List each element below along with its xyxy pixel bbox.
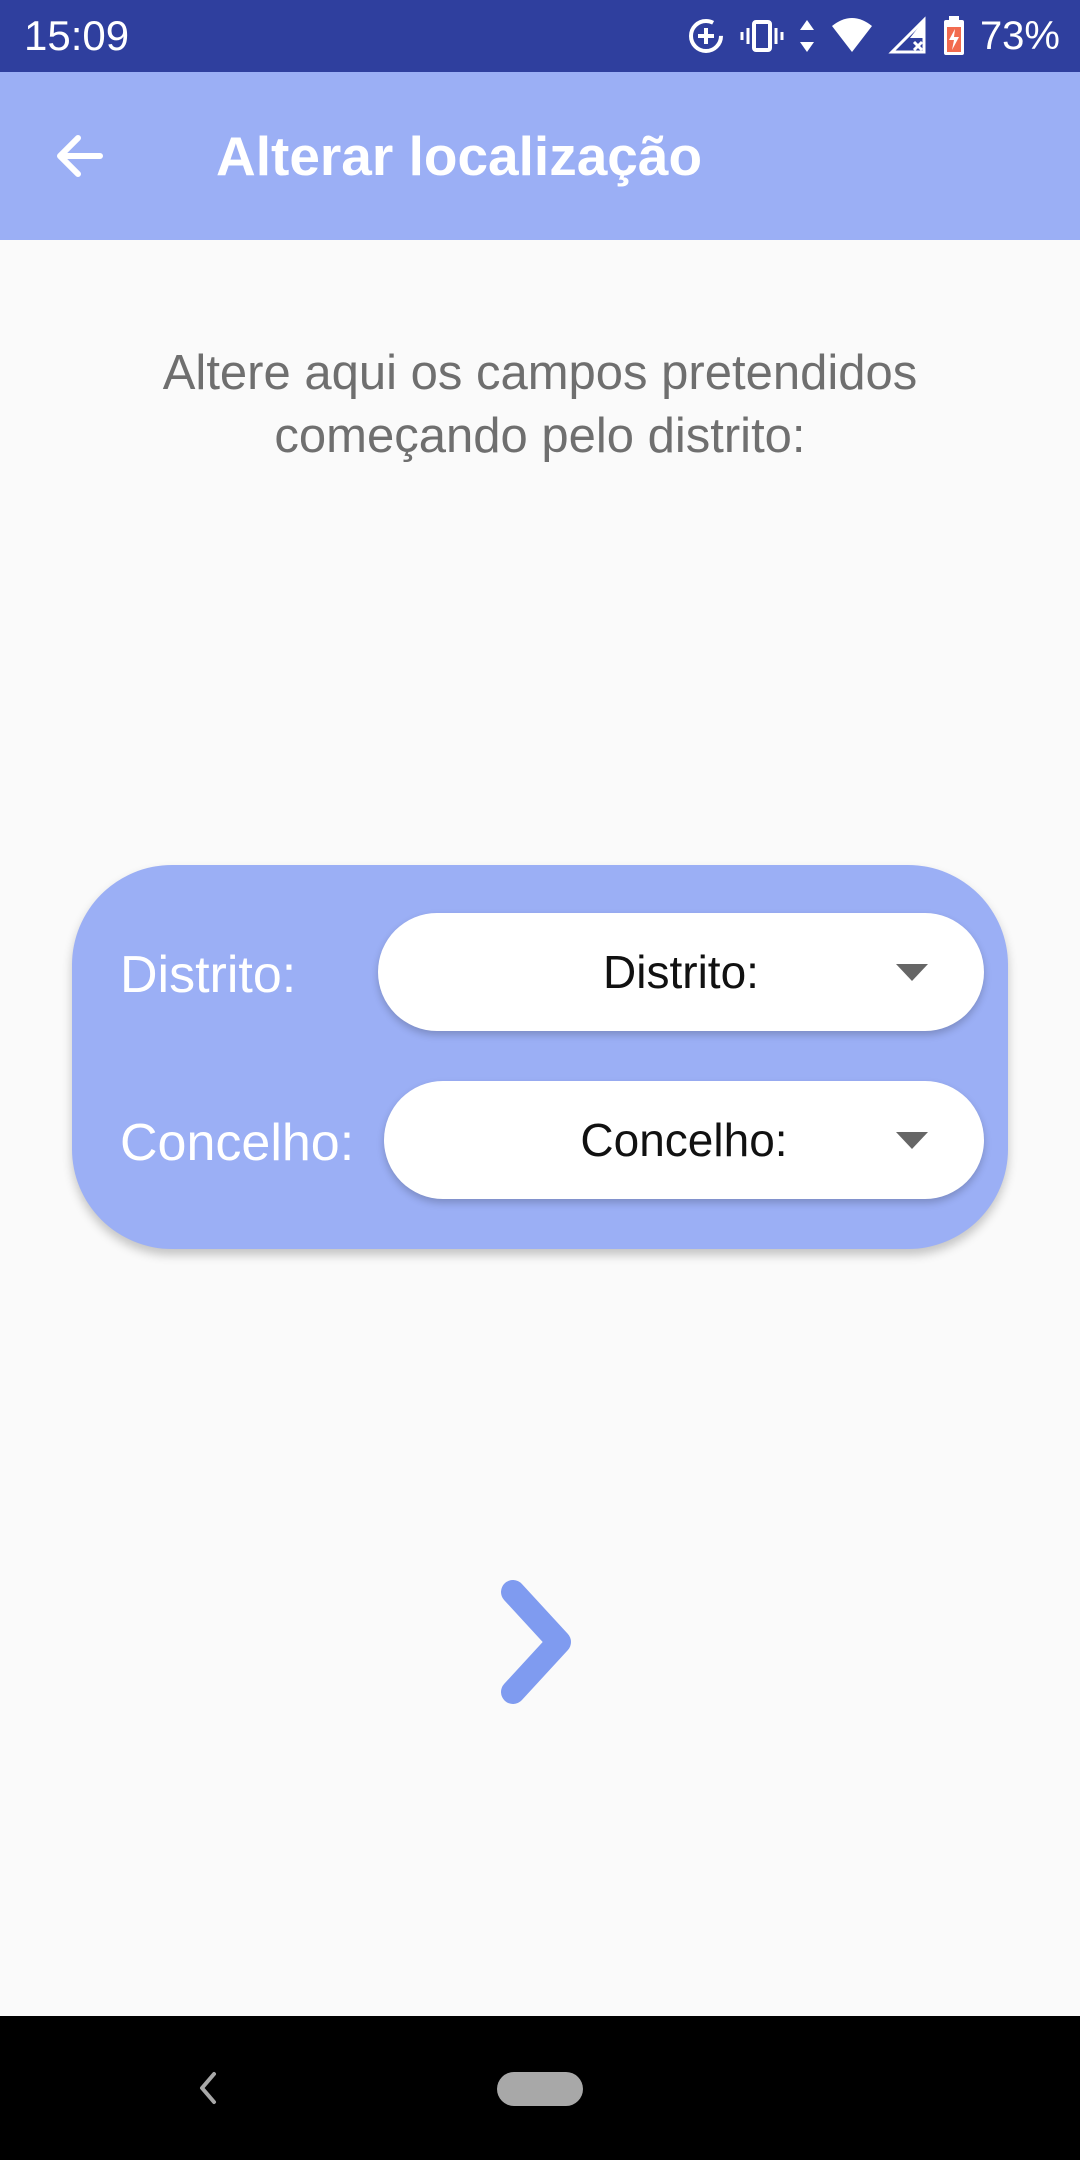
instruction-text: Altere aqui os campos pretendidos começa… [162, 346, 918, 463]
navigation-bar [0, 2016, 1080, 2160]
page-title: Alterar localização [216, 125, 703, 187]
wifi-icon [830, 16, 874, 56]
status-icons: 73% [686, 10, 1060, 62]
nav-back-icon [200, 2072, 216, 2104]
nav-back-button[interactable] [184, 2064, 232, 2112]
status-time: 15:09 [24, 12, 130, 59]
chevron-right-icon [501, 1580, 571, 1704]
municipality-label: Concelho: [120, 1114, 355, 1172]
dropdown-arrow-icon [896, 964, 928, 981]
vibrate-icon [740, 16, 784, 56]
arrow-back-icon [57, 135, 103, 177]
nav-home-button[interactable] [497, 2072, 583, 2106]
battery-charging-icon [942, 15, 966, 57]
district-label: Distrito: [120, 946, 297, 1004]
district-dropdown[interactable]: Distrito: [378, 913, 984, 1031]
next-button[interactable] [488, 1578, 588, 1708]
dropdown-arrow-icon [896, 1132, 928, 1149]
district-selected-value: Distrito: [603, 946, 759, 998]
location-form-card: Distrito: Distrito: Concelho: Concelho: [72, 865, 1008, 1249]
municipality-dropdown[interactable]: Concelho: [384, 1081, 984, 1199]
app-bar: Alterar localização [0, 72, 1080, 240]
battery-percent: 73% [979, 14, 1060, 58]
back-button[interactable] [40, 116, 120, 196]
data-transfer-icon [798, 16, 816, 56]
municipality-selected-value: Concelho: [580, 1114, 788, 1166]
data-saver-icon [686, 16, 726, 56]
status-bar: 15:09 73% [0, 0, 1080, 72]
cellular-no-signal-icon [888, 16, 928, 56]
